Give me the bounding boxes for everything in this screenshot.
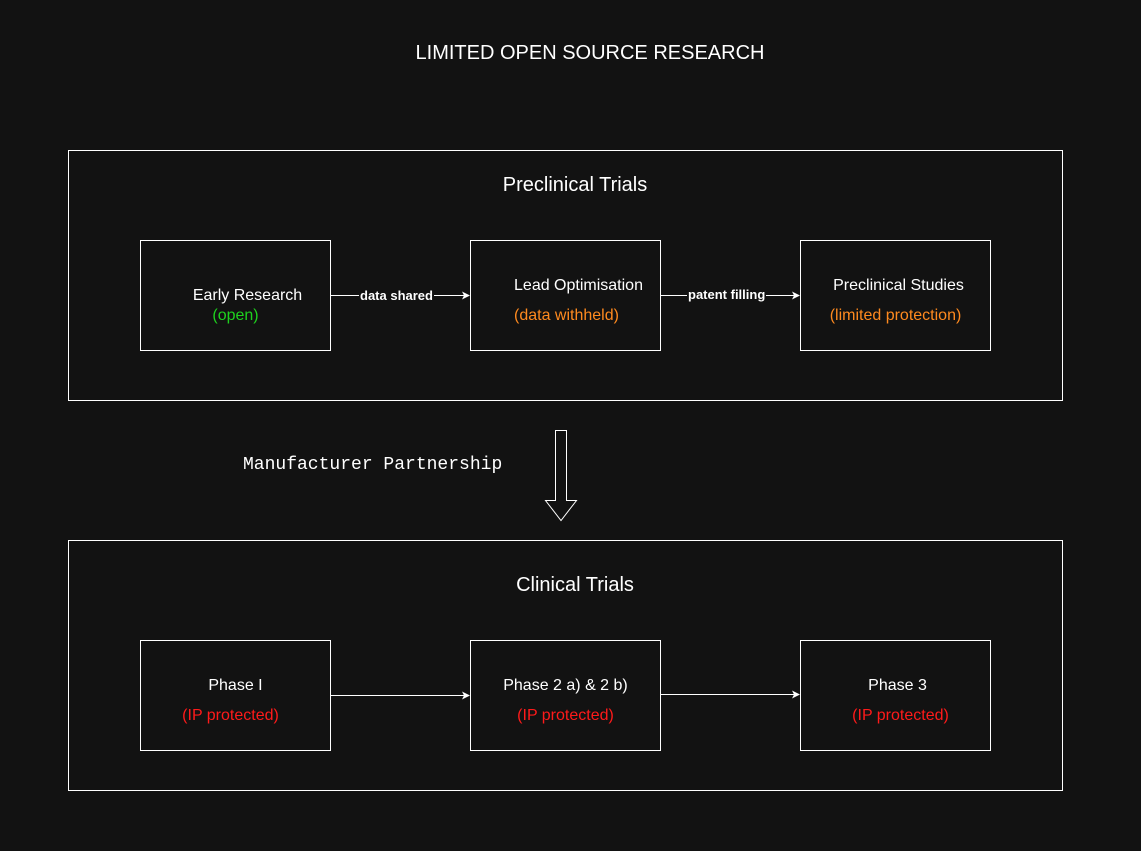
- node-status: (IP protected): [517, 707, 614, 724]
- node-title: Early Research: [192, 287, 303, 304]
- node-title: Preclinical Studies: [833, 277, 964, 294]
- node-phase-1: Phase I (IP protected): [140, 640, 331, 751]
- node-status: (limited protection): [829, 307, 962, 324]
- node-status: (IP protected): [182, 707, 279, 724]
- node-early-research: Early Research (open): [140, 240, 331, 351]
- node-preclinical-studies: Preclinical Studies (limited protection): [800, 240, 991, 351]
- node-status: (open): [212, 307, 259, 324]
- edge-label-patent-filling: patent filling: [687, 287, 767, 302]
- down-arrow-icon: [544, 430, 578, 522]
- group-label-preclinical: Preclinical Trials: [502, 174, 648, 196]
- node-title: Lead Optimisation: [514, 277, 643, 294]
- node-phase-3: Phase 3 (IP protected): [800, 640, 991, 751]
- node-phase-2: Phase 2 a) & 2 b) (IP protected): [470, 640, 661, 751]
- transition-label: Manufacturer Partnership: [243, 455, 503, 475]
- node-status: (IP protected): [852, 707, 949, 724]
- node-title: Phase 2 a) & 2 b): [503, 677, 628, 694]
- page-title: LIMITED OPEN SOURCE RESEARCH: [415, 42, 765, 64]
- node-lead-optimisation: Lead Optimisation (data withheld): [470, 240, 661, 351]
- node-title: Phase I: [208, 677, 263, 694]
- node-title: Phase 3: [868, 677, 927, 694]
- node-status: (data withheld): [514, 307, 619, 324]
- edge-label-data-shared: data shared: [359, 288, 434, 303]
- group-label-clinical: Clinical Trials: [516, 574, 634, 596]
